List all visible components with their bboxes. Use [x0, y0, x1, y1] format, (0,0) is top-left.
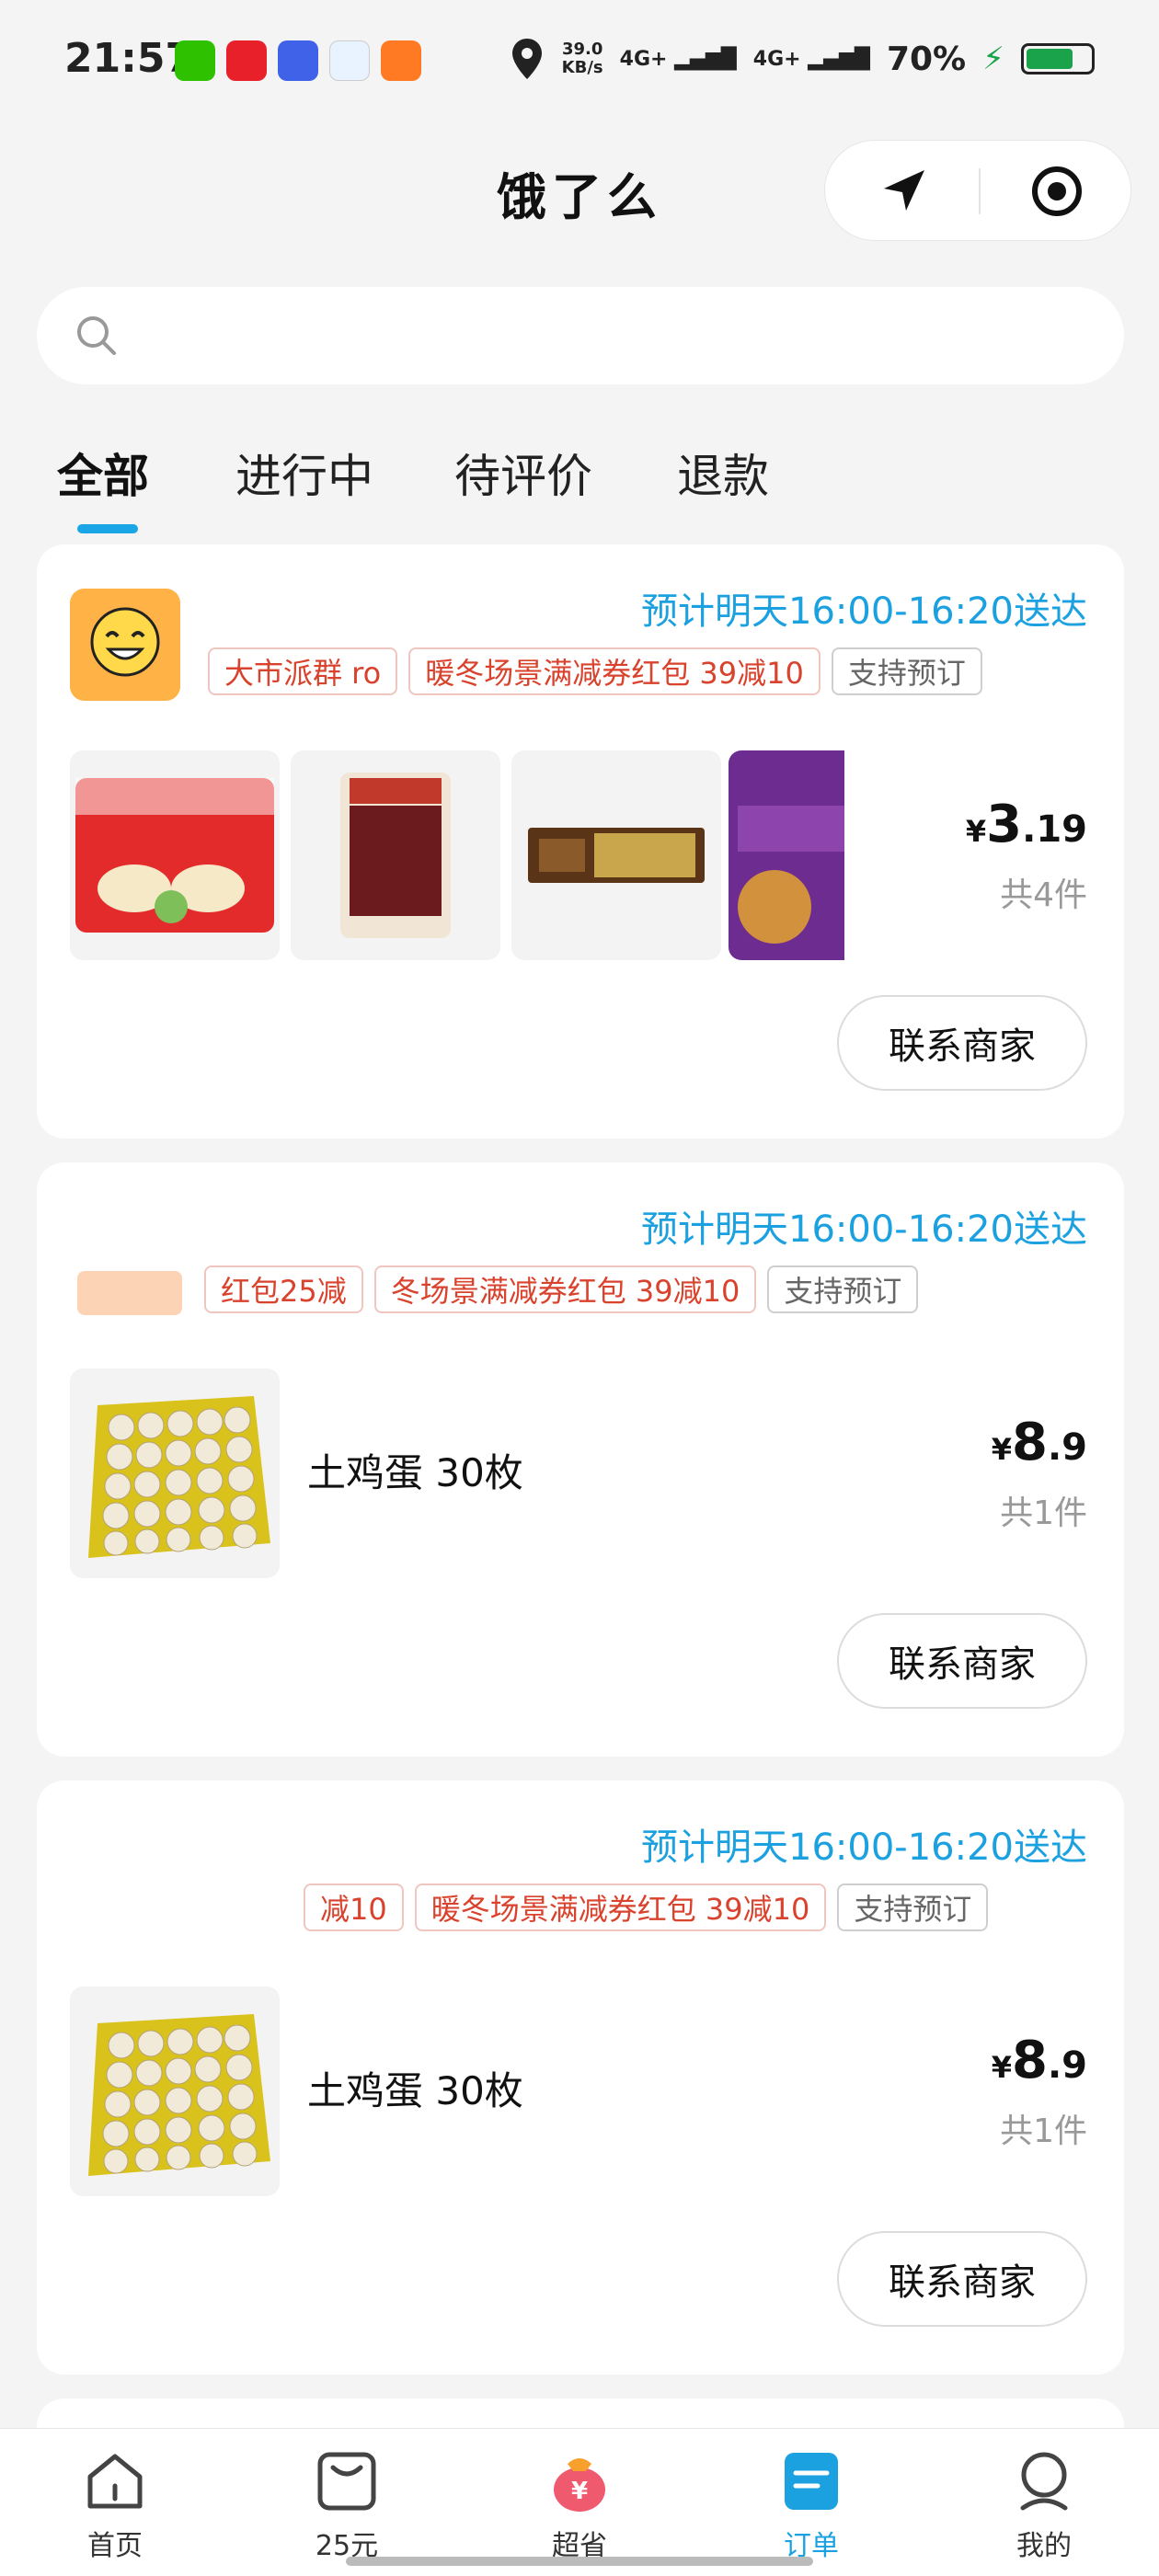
nav-home[interactable]: 首页 — [46, 2447, 184, 2563]
nav-coupon[interactable]: 25元 — [278, 2447, 416, 2563]
app-red-icon — [226, 40, 267, 81]
battery-icon — [1021, 43, 1095, 74]
charging-icon: ⚡ — [982, 40, 1004, 77]
nav-super-save[interactable]: ¥ 超省 — [511, 2447, 648, 2563]
preorder-tag: 支持预订 — [767, 1265, 919, 1313]
price-integer: 8 — [1012, 2031, 1048, 2090]
currency-symbol: ¥ — [965, 814, 987, 849]
product-name: 土鸡蛋 30枚 — [307, 1450, 523, 1495]
order-card[interactable]: 预计明天16:00-16:20送达 红包25减 冬场景满减券红包 39减10 支… — [37, 1162, 1124, 1757]
tab-in-progress[interactable]: 进行中 — [235, 440, 373, 506]
network-speed: 39.0 KB/s — [562, 40, 603, 77]
order-price: ¥8.9 — [992, 2031, 1087, 2090]
speed-value: 39.0 — [561, 40, 603, 59]
product-image-noodles[interactable] — [729, 750, 844, 960]
delivery-time: 预计明天16:00-16:20送达 — [641, 1826, 1087, 1869]
price-decimal: .19 — [1022, 808, 1087, 851]
profile-icon — [1020, 2452, 1068, 2511]
product-image-yak-jerky[interactable] — [291, 750, 500, 960]
promo-tags: 红包25减 冬场景满减券红包 39减10 支持预订 — [204, 1265, 919, 1313]
product-image-eggs[interactable] — [70, 1368, 280, 1578]
search-input[interactable] — [138, 305, 1080, 368]
signal-icon: ▂▄▆█ — [800, 47, 870, 71]
promo-tag: 大市派群 ro — [208, 647, 398, 695]
signal-icon: ▂▄▆█ — [667, 47, 737, 71]
order-price: ¥3.19 — [966, 795, 1087, 854]
item-count: 共1件 — [1000, 2112, 1087, 2150]
contact-merchant-button[interactable]: 联系商家 — [837, 995, 1087, 1091]
product-name: 土鸡蛋 30枚 — [307, 2068, 523, 2113]
mini-program-capsule — [824, 140, 1131, 241]
currency-symbol: ¥ — [991, 1432, 1012, 1467]
promo-tags: 减10 暖冬场景满减券红包 39减10 支持预订 — [304, 1883, 989, 1931]
item-count: 共1件 — [1000, 1494, 1087, 1532]
price-decimal: .9 — [1047, 1426, 1087, 1469]
currency-symbol: ¥ — [991, 2050, 1012, 2085]
product-image-chocolate-bar[interactable] — [511, 750, 721, 960]
nav-label: 首页 — [87, 2530, 143, 2562]
notification-icons — [175, 40, 421, 81]
svg-text:¥: ¥ — [571, 2478, 588, 2505]
navigation-arrow-icon[interactable] — [880, 166, 930, 216]
status-right: 39.0 KB/s 4G+ ▂▄▆█ 4G+ ▂▄▆█ 70% ⚡ — [509, 37, 1095, 81]
contact-merchant-button[interactable]: 联系商家 — [837, 1613, 1087, 1709]
contact-merchant-button[interactable]: 联系商家 — [837, 2231, 1087, 2327]
speed-unit: KB/s — [561, 58, 603, 77]
capsule-divider — [979, 168, 981, 214]
delivery-time: 预计明天16:00-16:20送达 — [641, 1208, 1087, 1251]
promo-tag: 暖冬场景满减券红包 39减10 — [414, 1883, 827, 1931]
net-label-1: 4G+ — [619, 47, 668, 71]
preorder-tag: 支持预订 — [831, 647, 982, 695]
video-app-icon — [329, 40, 370, 81]
product-image-eggs[interactable] — [70, 1986, 280, 2196]
bottom-nav: 首页 25元 ¥ 超省 订单 我的 — [0, 2428, 1159, 2576]
home-indicator[interactable] — [346, 2557, 813, 2566]
order-price: ¥8.9 — [992, 1413, 1087, 1472]
status-bar: 21:57 39.0 KB/s 4G+ ▂▄▆█ 4G+ ▂▄▆█ 70% ⚡ — [0, 0, 1159, 120]
tab-all[interactable]: 全部 — [57, 440, 149, 506]
money-bag-icon: ¥ — [554, 2458, 605, 2512]
product-image-dumplings[interactable] — [70, 750, 280, 960]
home-icon — [87, 2454, 143, 2509]
promo-tags: 大市派群 ro 暖冬场景满减券红包 39减10 支持预订 — [208, 647, 982, 695]
price-decimal: .9 — [1047, 2044, 1087, 2087]
taobao-flash-icon — [381, 40, 421, 81]
location-icon — [511, 39, 542, 79]
order-tabs: 全部 进行中 待评价 退款 — [0, 440, 1159, 541]
delivery-time: 预计明天16:00-16:20送达 — [641, 590, 1087, 633]
promo-tag: 减10 — [304, 1883, 404, 1931]
wechat-icon — [175, 40, 215, 81]
tab-refund[interactable]: 退款 — [677, 440, 769, 506]
price-integer: 8 — [1012, 1413, 1048, 1472]
order-card[interactable]: 预计明天16:00-16:20送达 减10 暖冬场景满减券红包 39减10 支持… — [37, 1780, 1124, 2375]
nav-orders[interactable]: 订单 — [742, 2447, 880, 2563]
promo-tag: 红包25减 — [204, 1265, 363, 1313]
search-bar[interactable] — [37, 287, 1124, 384]
signal-1: 4G+ ▂▄▆█ — [620, 48, 737, 71]
preorder-tag: 支持预订 — [837, 1883, 989, 1931]
battery-percent: 70% — [886, 40, 967, 78]
nav-profile[interactable]: 我的 — [975, 2447, 1113, 2563]
shop-logo — [77, 1271, 182, 1315]
promo-tag: 暖冬场景满减券红包 39减10 — [408, 647, 820, 695]
coupon-icon — [317, 2452, 376, 2511]
tab-to-review[interactable]: 待评价 — [454, 440, 592, 506]
close-target-icon[interactable] — [1029, 164, 1084, 219]
promo-tag: 冬场景满减券红包 39减10 — [373, 1265, 757, 1313]
signal-2: 4G+ ▂▄▆█ — [753, 48, 870, 71]
search-icon — [77, 316, 116, 355]
order-icon — [785, 2453, 838, 2510]
tab-indicator — [77, 524, 138, 533]
shop-logo — [70, 589, 180, 701]
net-label-2: 4G+ — [752, 47, 801, 71]
order-card[interactable]: 预计明天16:00-16:20送达 大市派群 ro 暖冬场景满减券红包 39减1… — [37, 544, 1124, 1139]
price-integer: 3 — [986, 795, 1023, 854]
item-count: 共4件 — [1000, 876, 1087, 914]
nav-label: 我的 — [1016, 2530, 1072, 2562]
app-blue-icon — [278, 40, 318, 81]
